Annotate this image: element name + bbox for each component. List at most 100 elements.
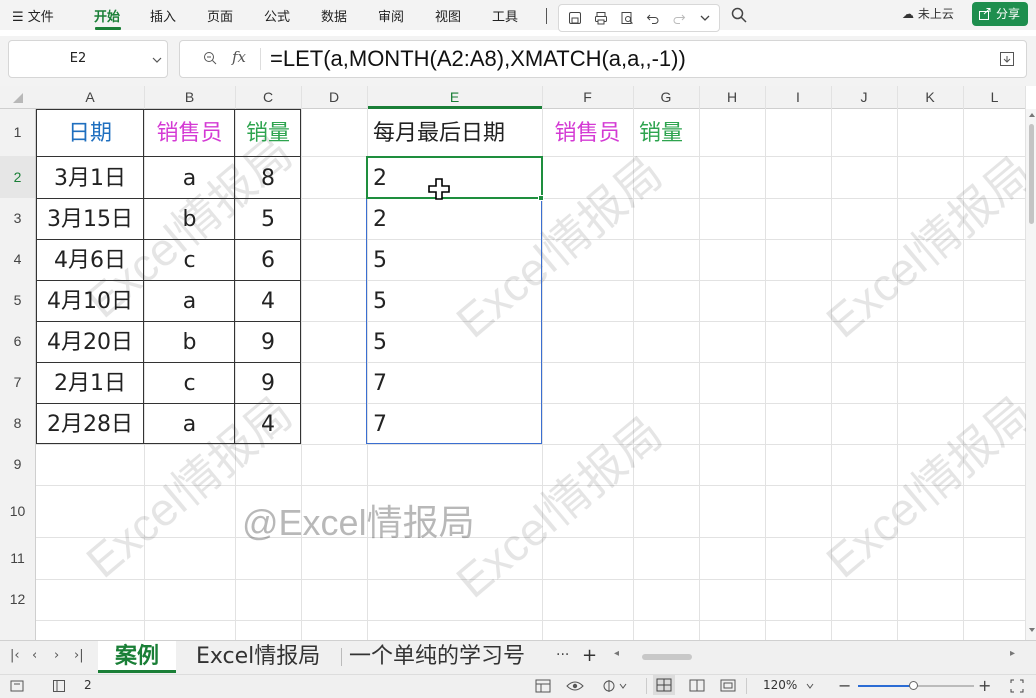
scroll-left-icon[interactable]: ◂: [614, 648, 619, 659]
fullscreen-icon[interactable]: [1010, 679, 1024, 693]
row-header-7[interactable]: 7: [0, 362, 36, 403]
page-break-icon[interactable]: [720, 679, 736, 692]
cell-seller[interactable]: c: [144, 241, 235, 281]
cell-result[interactable]: 7: [367, 364, 542, 404]
cell-seller[interactable]: a: [144, 282, 235, 322]
horizontal-scroll-thumb[interactable]: [642, 654, 692, 660]
cell-result[interactable]: 5: [367, 282, 542, 322]
cell-result[interactable]: 5: [367, 241, 542, 281]
zoom-icon[interactable]: [202, 50, 218, 66]
row-header-13[interactable]: [0, 620, 36, 640]
chevron-down-icon[interactable]: [697, 10, 713, 26]
cell-result[interactable]: 7: [367, 405, 542, 445]
tab-formula[interactable]: 公式: [264, 6, 290, 25]
tab-home[interactable]: 开始: [94, 6, 120, 25]
cell-date[interactable]: 2月28日: [36, 405, 144, 445]
cell-qty[interactable]: 8: [235, 159, 301, 199]
cell-date[interactable]: 3月15日: [36, 200, 144, 240]
row-header-4[interactable]: 4: [0, 239, 36, 280]
column-header-g[interactable]: G: [633, 86, 699, 109]
cell-seller[interactable]: a: [144, 159, 235, 199]
tab-tools[interactable]: 工具: [492, 6, 518, 25]
more-sheets-button[interactable]: ···: [556, 647, 569, 663]
zoom-in-button[interactable]: +: [978, 676, 991, 695]
scroll-down-icon[interactable]: [1028, 626, 1036, 634]
tab-data[interactable]: 数据: [321, 6, 347, 25]
prev-sheet-icon[interactable]: ‹: [32, 648, 37, 663]
redo-icon[interactable]: [671, 10, 687, 26]
cell-date[interactable]: 4月6日: [36, 241, 144, 281]
add-sheet-button[interactable]: +: [582, 645, 597, 666]
row-header-12[interactable]: 12: [0, 579, 36, 620]
eye-icon[interactable]: [566, 680, 584, 692]
zoom-slider-thumb[interactable]: [909, 681, 918, 690]
column-header-c[interactable]: C: [235, 86, 301, 109]
row-header-2[interactable]: 2: [0, 156, 36, 198]
header-qty[interactable]: 销量: [235, 114, 301, 154]
cell-date[interactable]: 2月1日: [36, 364, 144, 404]
chevron-down-icon[interactable]: [152, 55, 162, 65]
share-button[interactable]: 分享: [972, 2, 1028, 26]
row-header-9[interactable]: 9: [0, 444, 36, 485]
zoom-out-button[interactable]: −: [838, 676, 851, 695]
column-header-k[interactable]: K: [897, 86, 963, 109]
search-icon[interactable]: [730, 6, 748, 24]
cell-qty[interactable]: 5: [235, 200, 301, 240]
header-seller-2[interactable]: 销售员: [542, 114, 633, 154]
macro-icon[interactable]: [10, 680, 24, 692]
chevron-down-icon[interactable]: [806, 682, 814, 690]
cell-seller[interactable]: a: [144, 405, 235, 445]
cell-qty[interactable]: 9: [235, 323, 301, 363]
fx-icon[interactable]: fx: [232, 48, 246, 66]
row-header-6[interactable]: 6: [0, 321, 36, 362]
print-preview-icon[interactable]: [619, 10, 635, 26]
select-all-corner[interactable]: [12, 92, 24, 104]
column-header-i[interactable]: I: [765, 86, 831, 109]
name-box[interactable]: E2: [8, 40, 168, 78]
cell-qty[interactable]: 4: [235, 405, 301, 445]
header-last-date[interactable]: 每月最后日期: [367, 114, 542, 154]
vertical-scroll-thumb[interactable]: [1029, 124, 1034, 224]
sheet-tab-study[interactable]: 一个单纯的学习号: [349, 641, 525, 673]
page-layout-icon[interactable]: [689, 679, 705, 692]
cell-seller[interactable]: b: [144, 200, 235, 240]
row-header-10[interactable]: 10: [0, 485, 36, 537]
header-qty-2[interactable]: 销量: [633, 114, 699, 154]
tab-page[interactable]: 页面: [207, 6, 233, 25]
freeze-panes-icon[interactable]: [602, 679, 628, 693]
tab-review[interactable]: 审阅: [378, 6, 404, 25]
save-icon[interactable]: [567, 10, 583, 26]
last-sheet-icon[interactable]: ›|: [74, 648, 84, 663]
row-header-8[interactable]: 8: [0, 403, 36, 444]
cell-result[interactable]: 5: [367, 323, 542, 363]
cell-seller[interactable]: b: [144, 323, 235, 363]
cell-result[interactable]: 2: [367, 159, 542, 199]
column-header-d[interactable]: D: [301, 86, 367, 109]
undo-icon[interactable]: [645, 10, 661, 26]
cell-seller[interactable]: c: [144, 364, 235, 404]
cell-date[interactable]: 4月10日: [36, 282, 144, 322]
tab-view[interactable]: 视图: [435, 6, 461, 25]
cell-qty[interactable]: 6: [235, 241, 301, 281]
column-header-h[interactable]: H: [699, 86, 765, 109]
column-header-f[interactable]: F: [542, 86, 633, 109]
row-header-5[interactable]: 5: [0, 280, 36, 321]
sheet-tab-excel[interactable]: Excel情报局: [196, 641, 320, 673]
normal-view-icon[interactable]: [653, 675, 675, 695]
cell-qty[interactable]: 4: [235, 282, 301, 322]
header-seller[interactable]: 销售员: [144, 114, 235, 154]
header-date[interactable]: 日期: [36, 114, 144, 154]
row-header-3[interactable]: 3: [0, 198, 36, 239]
column-header-a[interactable]: A: [36, 86, 144, 109]
row-header-1[interactable]: 1: [0, 109, 36, 156]
first-sheet-icon[interactable]: |‹: [10, 648, 20, 663]
next-sheet-icon[interactable]: ›: [54, 648, 59, 663]
table-style-icon[interactable]: [535, 679, 551, 693]
column-header-b[interactable]: B: [144, 86, 235, 109]
column-header-j[interactable]: J: [831, 86, 897, 109]
expand-formula-icon[interactable]: [998, 50, 1016, 68]
file-menu[interactable]: ☰ 文件: [12, 6, 54, 25]
column-header-l[interactable]: L: [963, 86, 1026, 109]
cell-date[interactable]: 4月20日: [36, 323, 144, 363]
print-icon[interactable]: [593, 10, 609, 26]
